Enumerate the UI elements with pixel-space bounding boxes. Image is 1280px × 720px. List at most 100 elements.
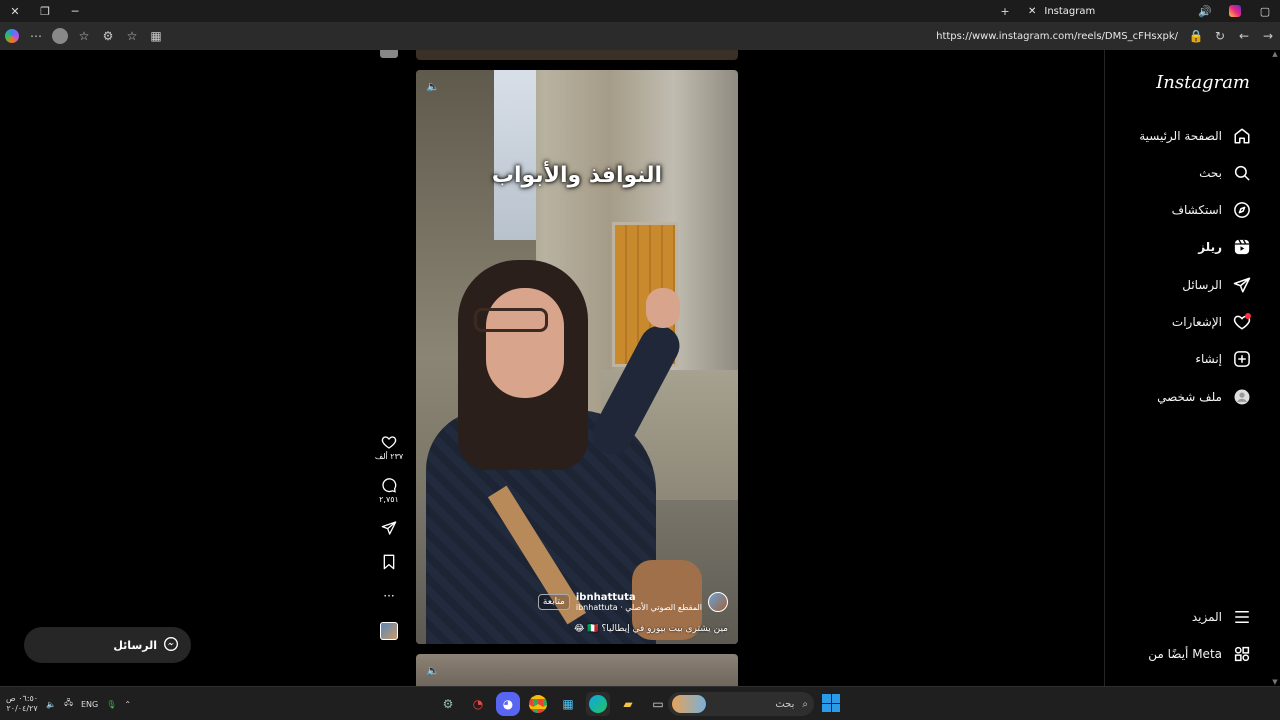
address-bar: ⋯ ☆ ⚙ ☆ ▦ https://www.instagram.com/reel… [0,22,1280,50]
audio-label[interactable]: المقطع الصوتي الأصلي · ibnhattuta [576,603,702,612]
taskbar-search[interactable]: بحث ⌕ [668,692,814,716]
taskbar-search-placeholder: بحث [775,698,795,710]
scroll-up-icon[interactable]: ▲ [1270,50,1280,58]
audio-thumb-action[interactable] [370,622,408,640]
messenger-icon [163,636,179,655]
sidebar-item-label: الصفحة الرئيسية [1139,129,1222,143]
more-menu-icon[interactable]: ⋯ [24,22,48,50]
sidebar-item-profile[interactable]: ملف شخصي [1104,379,1270,415]
more-dots-icon[interactable]: ··· [379,586,399,606]
new-tab-button[interactable]: + [990,0,1020,22]
sidebar-item-meta[interactable]: أيضًا من Meta [1104,636,1270,672]
messages-pill[interactable]: الرسائل [24,627,191,663]
like-action[interactable]: ٢٣٧ ألف [370,432,408,461]
clock-date: ٢٠/٠٤/٢٧ [6,704,38,713]
lock-icon[interactable]: 🔒 [1184,22,1208,50]
discord-app-icon[interactable]: ◕ [496,692,520,716]
sidebar-item-more[interactable]: المزيد [1104,599,1270,635]
follow-button[interactable]: متابعة [537,594,570,610]
tab-instagram[interactable]: ✕ Instagram [1020,0,1130,22]
search-icon [1232,163,1252,183]
messages-pill-label: الرسائل [113,638,157,652]
previous-reel-thumb[interactable] [380,50,398,58]
bookmark-icon[interactable] [379,552,399,572]
chrome-app-icon[interactable] [526,692,550,716]
scroll-down-icon[interactable]: ▼ [1270,678,1280,686]
media-app-icon[interactable]: ◔ [466,692,490,716]
profile-avatar-icon[interactable] [48,22,72,50]
next-reel[interactable]: 🔈 [416,654,738,686]
language-indicator[interactable]: ENG [81,700,98,709]
volume-icon[interactable]: 🔈 [46,700,56,709]
close-window-icon[interactable]: ✕ [0,0,30,22]
sidebar-item-label: بحث [1199,166,1222,180]
edge-app-icon[interactable] [586,692,610,716]
speaker-icon[interactable]: 🔊 [1190,0,1220,22]
sidebar-item-create[interactable]: إنشاء [1104,341,1270,377]
mute-icon[interactable]: 🔈 [426,80,440,94]
sidebar-item-explore[interactable]: استكشاف [1104,192,1270,228]
sidebar-item-search[interactable]: بحث [1104,155,1270,191]
url-field[interactable]: https://www.instagram.com/reels/DMS_cFHs… [936,31,1184,42]
comment-action[interactable]: ٢,٧٥١ [370,475,408,504]
restore-window-icon[interactable]: ❐ [30,0,60,22]
microphone-icon[interactable]: 🎙 [106,700,116,709]
search-highlight-image [672,695,706,713]
sidebar-item-label: ريلز [1198,240,1222,254]
start-button[interactable] [822,694,840,712]
more-options-action[interactable]: ··· [370,586,408,606]
refresh-icon[interactable]: ↻ [1208,22,1232,50]
back-icon[interactable]: ← [1232,22,1256,50]
author-avatar[interactable] [708,592,728,612]
favorites-icon[interactable]: ☆ [72,22,96,50]
previous-reel[interactable] [416,50,738,60]
tab-title: Instagram [1044,5,1096,17]
share-action[interactable] [370,518,408,538]
notepad-app-icon[interactable]: ▭ [646,692,670,716]
forward-icon[interactable]: → [1256,22,1280,50]
save-action[interactable] [370,552,408,572]
sidebar-item-label: استكشاف [1171,203,1222,217]
reel-video[interactable]: 🔈 النوافذ والأبواب ibnhattuta المقطع الص… [416,70,738,644]
sidebar-item-label: أيضًا من Meta [1148,647,1222,661]
network-icon[interactable]: 🖧 [64,697,73,711]
like-icon[interactable] [379,432,399,452]
audio-thumbnail[interactable] [380,622,398,640]
sidebar-item-label: الإشعارات [1171,315,1222,329]
sidebar-item-notifications[interactable]: الإشعارات [1104,304,1270,340]
author-name[interactable]: ibnhattuta [576,592,636,603]
minimize-window-icon[interactable]: ─ [60,0,90,22]
clock[interactable]: ٠٦:٥٠ ص ٢٠/٠٤/٢٧ [6,694,38,714]
extensions-icon[interactable]: ⚙ [96,22,120,50]
copilot-icon[interactable] [0,22,24,50]
comments-count: ٢,٧٥١ [379,495,399,504]
clock-time: ٠٦:٥٠ ص [6,694,39,703]
search-icon: ⌕ [802,698,808,710]
store-app-icon[interactable]: ▦ [556,692,580,716]
file-explorer-icon[interactable]: ▰ [616,692,640,716]
split-screen-icon[interactable]: ▦ [144,22,168,50]
apps-grid-icon [1232,644,1252,664]
settings-app-icon[interactable]: ⚙ [436,692,460,716]
page-scrollbar[interactable]: ▲ ▼ [1270,50,1280,686]
add-favorite-icon[interactable]: ☆ [120,22,144,50]
send-icon [1232,275,1252,295]
comment-icon[interactable] [379,475,399,495]
sidebar-item-label: إنشاء [1195,352,1222,366]
chevron-up-icon[interactable]: ⌃ [124,700,131,709]
video-sky [494,70,536,240]
profile-icon [1232,387,1252,407]
reel-caption[interactable]: مين يشترى بيت بيورو في إيطاليا؟ 🇮🇹 😂 [574,624,728,634]
sidebar-item-home[interactable]: الصفحة الرئيسية [1104,118,1270,154]
share-icon[interactable] [379,518,399,538]
tab-actions-icon[interactable]: ▢ [1250,0,1280,22]
next-reel-mute-icon[interactable]: 🔈 [426,664,440,678]
create-icon [1232,349,1252,369]
sidebar-item-messages[interactable]: الرسائل [1104,267,1270,303]
sidebar-item-reels[interactable]: ريلز [1104,229,1270,265]
likes-count: ٢٣٧ ألف [374,452,404,461]
close-tab-icon[interactable]: ✕ [1028,6,1036,17]
compass-icon [1232,200,1252,220]
instagram-logo[interactable]: Instagram [1156,72,1250,93]
notification-dot [1245,313,1251,319]
